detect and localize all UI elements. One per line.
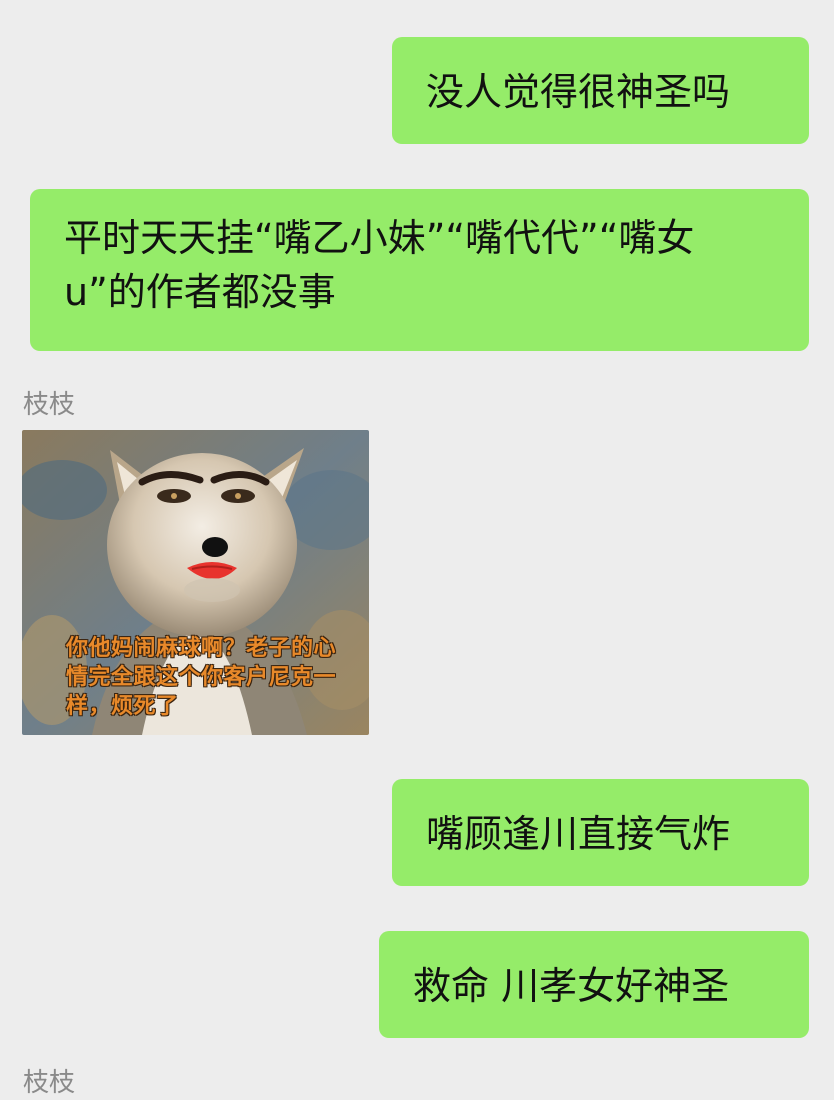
message-bubble-self[interactable]: 没人觉得很神圣吗 bbox=[392, 37, 809, 144]
fox-meme-sticker[interactable]: 你他妈闹麻球啊？老子的心情完全跟这个你客户尼克一样，烦死了 bbox=[22, 430, 369, 735]
next-sender-name: 枝枝 bbox=[23, 1068, 76, 1098]
sender-name: 枝枝 bbox=[23, 390, 76, 420]
chat-area: 没人觉得很神圣吗 平时天天挂“嘴乙小妹”“嘴代代”“嘴女u”的作者都没事 枝枝 bbox=[0, 0, 834, 1098]
sticker-caption: 你他妈闹麻球啊？老子的心情完全跟这个你客户尼克一样，烦死了 bbox=[66, 636, 337, 719]
message-bubble-self[interactable]: 平时天天挂“嘴乙小妹”“嘴代代”“嘴女u”的作者都没事 bbox=[30, 189, 809, 351]
message-bubble-self[interactable]: 救命 川孝女好神圣 bbox=[379, 931, 809, 1038]
message-bubble-self[interactable]: 嘴顾逢川直接气炸 bbox=[392, 779, 809, 886]
